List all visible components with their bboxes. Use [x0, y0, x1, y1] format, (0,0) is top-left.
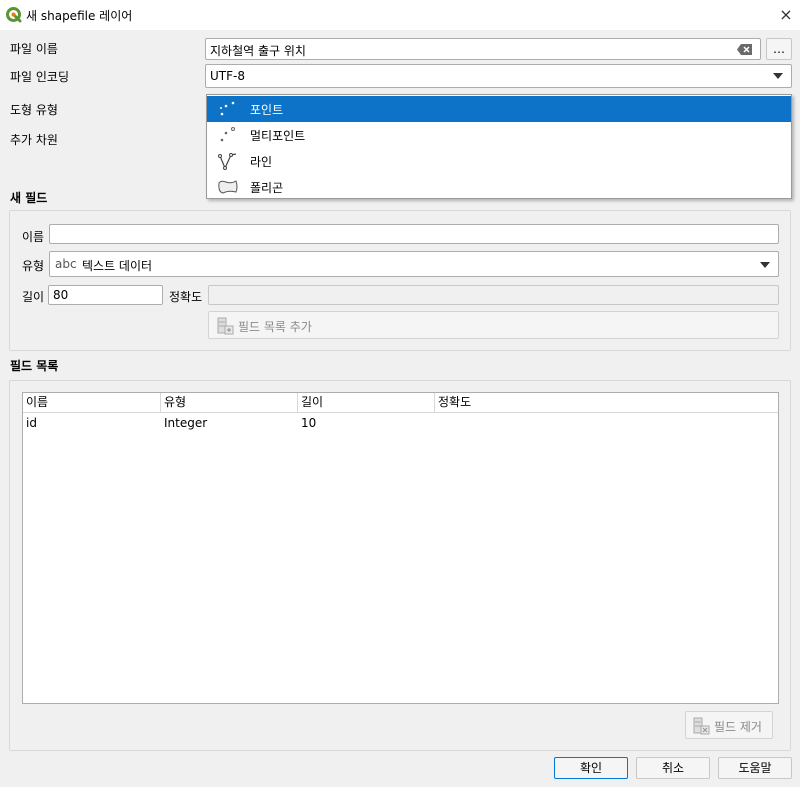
- encoding-select[interactable]: UTF-8: [205, 64, 792, 88]
- column-header-type[interactable]: 유형: [161, 393, 298, 413]
- remove-field-icon: [693, 717, 710, 735]
- multipoint-icon: [220, 127, 235, 142]
- new-field-title: 새 필드: [10, 191, 48, 205]
- text-type-icon: abc: [55, 257, 77, 271]
- add-field-icon: [217, 317, 234, 335]
- title-bar: 새 shapefile 레이어 ×: [0, 0, 800, 30]
- line-icon: [218, 153, 237, 170]
- geometry-type-dropdown[interactable]: 포인트 멀티포인트 라인 폴리곤: [206, 94, 792, 199]
- geometry-option-point[interactable]: 포인트: [207, 96, 791, 122]
- chevron-down-icon: [760, 262, 770, 268]
- geometry-option-line[interactable]: 라인: [207, 148, 791, 174]
- file-name-label: 파일 이름: [10, 42, 58, 56]
- column-header-name[interactable]: 이름: [23, 393, 161, 413]
- add-to-field-list-button[interactable]: 필드 목록 추가: [208, 311, 779, 339]
- encoding-value: UTF-8: [210, 69, 245, 83]
- browse-button[interactable]: …: [766, 38, 792, 60]
- geometry-option-label: 포인트: [250, 103, 284, 117]
- polygon-icon: [218, 180, 238, 194]
- window-title: 새 shapefile 레이어: [26, 9, 133, 23]
- cell-type: Integer: [164, 416, 208, 430]
- remove-field-button[interactable]: 필드 제거: [685, 711, 773, 739]
- column-header-precision[interactable]: 정확도: [435, 393, 778, 413]
- geometry-option-multipoint[interactable]: 멀티포인트: [207, 122, 791, 148]
- field-length-input[interactable]: 80: [48, 285, 163, 305]
- remove-field-label: 필드 제거: [714, 720, 762, 734]
- qgis-logo-icon: [6, 7, 22, 23]
- field-list-title: 필드 목록: [10, 359, 59, 373]
- field-precision-label: 정확도: [169, 290, 203, 304]
- chevron-down-icon: [773, 73, 783, 79]
- encoding-label: 파일 인코딩: [10, 70, 70, 84]
- file-name-input[interactable]: 지하철역 출구 위치: [205, 38, 761, 60]
- field-name-input[interactable]: [49, 224, 779, 244]
- column-header-length[interactable]: 길이: [298, 393, 435, 413]
- geometry-option-label: 라인: [250, 155, 273, 169]
- cancel-button[interactable]: 취소: [636, 757, 710, 779]
- geometry-type-label: 도형 유형: [10, 103, 58, 117]
- field-list-table[interactable]: 이름 유형 길이 정확도 id Integer 10: [22, 392, 779, 704]
- file-name-value: 지하철역 출구 위치: [210, 44, 306, 58]
- geometry-option-polygon[interactable]: 폴리곤: [207, 174, 791, 200]
- close-icon[interactable]: ×: [776, 5, 796, 25]
- extra-dims-label: 추가 차원: [10, 133, 58, 147]
- field-type-value: 텍스트 데이터: [82, 259, 153, 273]
- cell-length: 10: [301, 416, 317, 430]
- field-precision-input[interactable]: [208, 285, 779, 305]
- geometry-option-label: 폴리곤: [250, 181, 284, 195]
- ok-button[interactable]: 확인: [554, 757, 628, 779]
- field-length-value: 80: [53, 288, 69, 302]
- table-row[interactable]: id Integer 10: [23, 414, 778, 432]
- cell-name: id: [26, 416, 37, 430]
- field-type-label: 유형: [22, 259, 45, 273]
- field-length-label: 길이: [22, 290, 45, 304]
- field-type-select[interactable]: abc 텍스트 데이터: [49, 251, 779, 277]
- add-to-field-list-label: 필드 목록 추가: [238, 320, 312, 334]
- cell-precision: [435, 414, 778, 432]
- field-name-label: 이름: [22, 230, 45, 244]
- clear-text-icon[interactable]: [737, 44, 753, 55]
- geometry-option-label: 멀티포인트: [250, 129, 306, 143]
- point-icon: [220, 101, 235, 116]
- help-button[interactable]: 도움말: [718, 757, 792, 779]
